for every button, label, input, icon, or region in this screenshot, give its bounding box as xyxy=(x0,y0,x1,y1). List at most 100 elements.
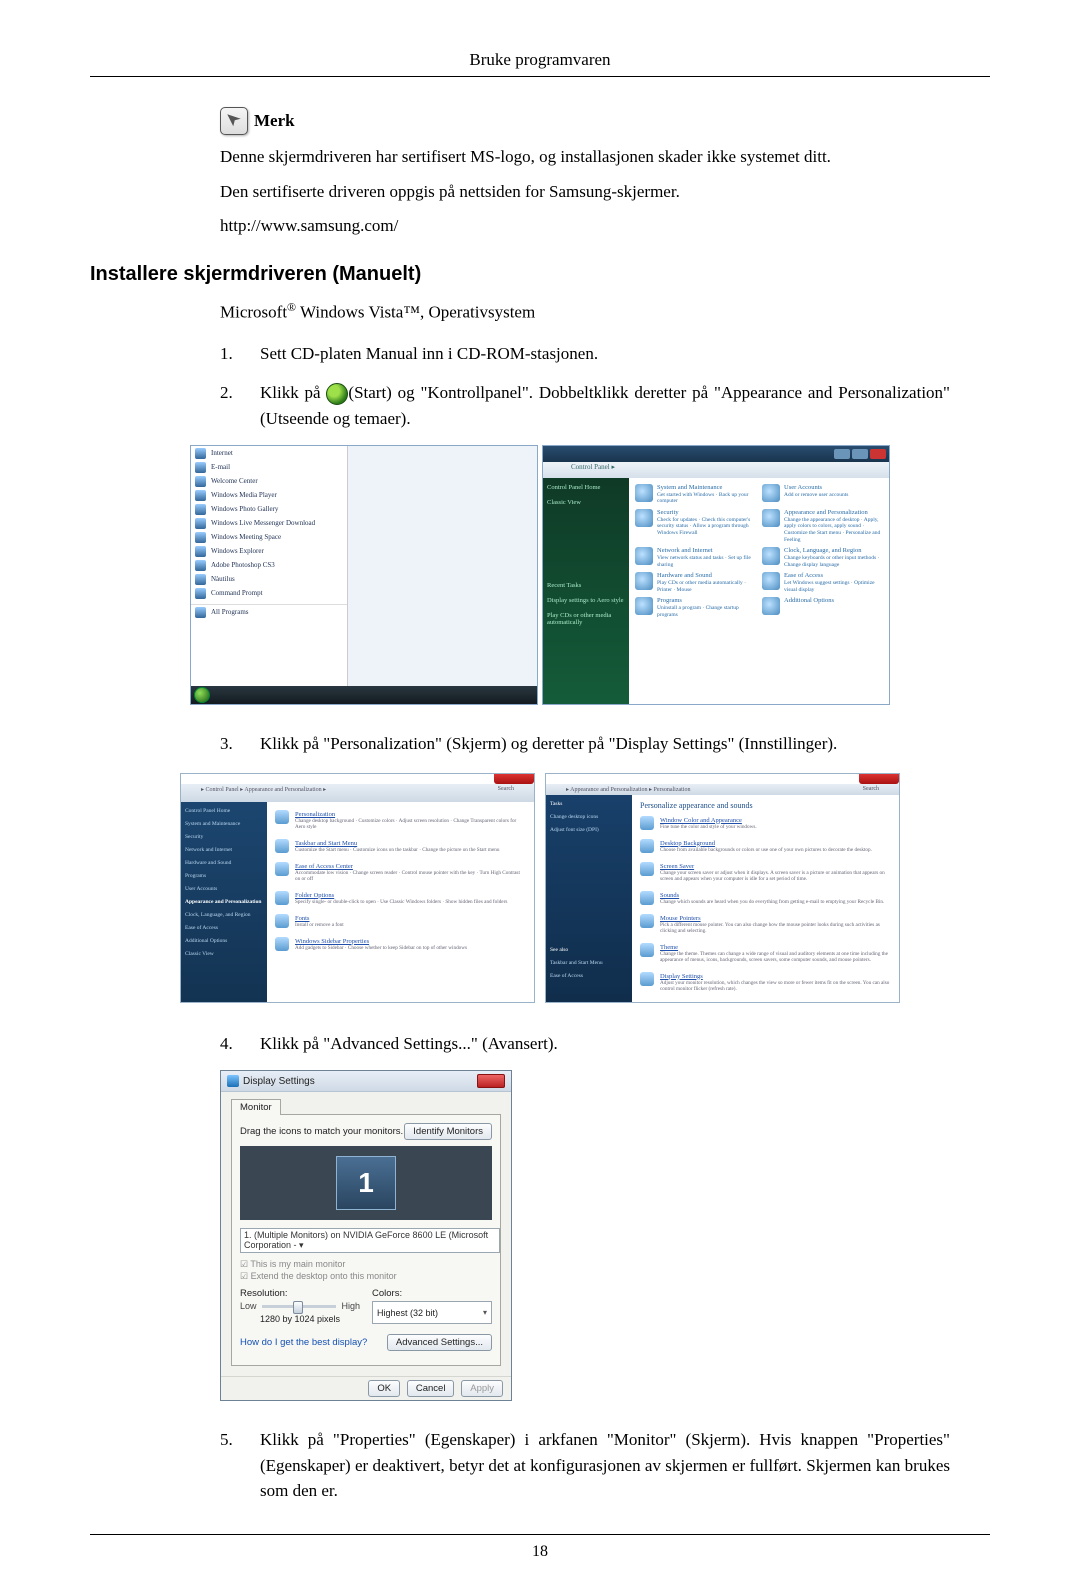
screenshot-start-and-cp: Internet E-mail Welcome Center Windows M… xyxy=(190,445,890,705)
cp-cat-system[interactable]: System and MaintenanceGet started with W… xyxy=(635,484,756,505)
close-button[interactable] xyxy=(494,774,534,784)
side-link[interactable]: User Accounts xyxy=(185,886,263,892)
cp-cat-appearance[interactable]: Appearance and PersonalizationChange the… xyxy=(762,509,883,543)
cp-cat-programs[interactable]: ProgramsUninstall a program · Change sta… xyxy=(635,597,756,618)
pers-item-bg[interactable]: Desktop BackgroundChoose from available … xyxy=(640,837,891,856)
side-link[interactable]: Security xyxy=(185,834,263,840)
cp-side-link[interactable]: Control Panel Home xyxy=(547,484,625,491)
minimize-button[interactable] xyxy=(834,449,850,459)
cp-cat-hardware[interactable]: Hardware and SoundPlay CDs or other medi… xyxy=(635,572,756,593)
sm-all-programs[interactable]: All Programs xyxy=(191,604,347,619)
colors-label: Colors: xyxy=(372,1288,492,1299)
cp-side-link[interactable]: Display settings to Aero style xyxy=(547,597,625,604)
sm-item[interactable]: Windows Live Messenger Download xyxy=(191,516,347,530)
tab-monitor[interactable]: Monitor xyxy=(231,1099,281,1115)
cp-cat-additional[interactable]: Additional Options xyxy=(762,597,883,618)
sm-item[interactable]: Windows Meeting Space xyxy=(191,530,347,544)
cp-sidebar: Control Panel Home Classic View Recent T… xyxy=(543,478,629,704)
pers-item-screensaver[interactable]: Screen SaverChange your screen saver or … xyxy=(640,860,891,885)
resolution-label: Resolution: xyxy=(240,1288,360,1299)
cancel-button[interactable]: Cancel xyxy=(407,1380,455,1397)
sm-item[interactable]: Windows Photo Gallery xyxy=(191,502,347,516)
chevron-down-icon: ▾ xyxy=(483,1308,487,1317)
sm-item[interactable]: Command Prompt xyxy=(191,586,347,600)
close-button[interactable] xyxy=(870,449,886,459)
pers-item-mouse[interactable]: Mouse PointersPick a different mouse poi… xyxy=(640,912,891,937)
ds-title-text: Display Settings xyxy=(243,1076,315,1087)
side-link[interactable]: Clock, Language, and Region xyxy=(185,912,263,918)
resolution-slider[interactable]: Low High xyxy=(240,1301,360,1311)
pers-item-display-settings[interactable]: Display SettingsAdjust your monitor reso… xyxy=(640,970,891,995)
apply-button[interactable]: Apply xyxy=(461,1380,503,1397)
chk-main-monitor[interactable]: ☑ This is my main monitor xyxy=(240,1259,492,1270)
start-menu-left-column: Internet E-mail Welcome Center Windows M… xyxy=(191,446,348,704)
note-url: http://www.samsung.com/ xyxy=(220,214,950,239)
identify-monitors-button[interactable]: Identify Monitors xyxy=(404,1123,492,1140)
cp-side-link[interactable]: Play CDs or other media automatically xyxy=(547,612,625,626)
side-link[interactable]: Additional Options xyxy=(185,938,263,944)
breadcrumb[interactable]: ▸ Control Panel ▸ Appearance and Persona… xyxy=(181,784,534,802)
cp-cat-security[interactable]: SecurityCheck for updates · Check this c… xyxy=(635,509,756,543)
sm-item[interactable]: Internet xyxy=(191,446,347,460)
monitor-preview-1[interactable]: 1 xyxy=(336,1156,396,1210)
ok-button[interactable]: OK xyxy=(368,1380,400,1397)
breadcrumb[interactable]: Control Panel ▸ xyxy=(543,462,889,478)
ap-item-folder[interactable]: Folder OptionsSpecify single- or double-… xyxy=(275,889,526,908)
note-icon xyxy=(220,107,248,135)
ap-item-ease[interactable]: Ease of Access CenterAccommodate low vis… xyxy=(275,860,526,885)
ap-item-sidebar[interactable]: Windows Sidebar PropertiesAdd gadgets to… xyxy=(275,935,526,954)
cp-cat-ease[interactable]: Ease of AccessLet Windows suggest settin… xyxy=(762,572,883,593)
start-orb-icon[interactable] xyxy=(194,687,210,703)
pers-item-sounds[interactable]: SoundsChange which sounds are heard when… xyxy=(640,889,891,908)
close-button[interactable] xyxy=(859,774,899,784)
side-link[interactable]: Ease of Access xyxy=(185,925,263,931)
side-link[interactable]: Taskbar and Start Menu xyxy=(550,960,628,966)
step-4-number: 4. xyxy=(220,1031,260,1057)
sm-item[interactable]: Nàutilus xyxy=(191,572,347,586)
side-link[interactable]: Adjust font size (DPI) xyxy=(550,827,628,833)
display-settings-icon xyxy=(227,1075,239,1087)
ap-item-personalization[interactable]: PersonalizationChange desktop background… xyxy=(275,808,526,833)
monitor-select[interactable]: 1. (Multiple Monitors) on NVIDIA GeForce… xyxy=(240,1228,500,1253)
sm-item[interactable]: Windows Explorer xyxy=(191,544,347,558)
side-link-current[interactable]: Appearance and Personalization xyxy=(185,899,263,905)
pers-item-theme[interactable]: ThemeChange the theme. Themes can change… xyxy=(640,941,891,966)
ap-main: PersonalizationChange desktop background… xyxy=(267,802,534,1002)
header-divider xyxy=(90,76,990,77)
cp-side-heading: Recent Tasks xyxy=(547,582,625,589)
side-link[interactable]: Ease of Access xyxy=(550,973,628,979)
sm-item[interactable]: Adobe Photoshop CS3 xyxy=(191,558,347,572)
maximize-button[interactable] xyxy=(852,449,868,459)
cp-cat-user-accounts[interactable]: User AccountsAdd or remove user accounts xyxy=(762,484,883,505)
side-link[interactable]: Change desktop icons xyxy=(550,814,628,820)
cp-cat-network[interactable]: Network and InternetView network status … xyxy=(635,547,756,568)
sm-item[interactable]: E-mail xyxy=(191,460,347,474)
cp-cat-clock-lang[interactable]: Clock, Language, and RegionChange keyboa… xyxy=(762,547,883,568)
side-link[interactable]: Hardware and Sound xyxy=(185,860,263,866)
sm-item[interactable]: Windows Media Player xyxy=(191,488,347,502)
breadcrumb[interactable]: ▸ Appearance and Personalization ▸ Perso… xyxy=(546,784,899,795)
chk-extend-desktop[interactable]: ☑ Extend the desktop onto this monitor xyxy=(240,1271,492,1282)
side-link[interactable]: System and Maintenance xyxy=(185,821,263,827)
close-button[interactable] xyxy=(477,1074,505,1088)
pers-item-color[interactable]: Window Color and AppearanceFine tune the… xyxy=(640,814,891,833)
ap-item-taskbar[interactable]: Taskbar and Start MenuCustomize the Star… xyxy=(275,837,526,856)
side-link[interactable]: Classic View xyxy=(185,951,263,957)
screenshot-start-menu: Internet E-mail Welcome Center Windows M… xyxy=(190,445,538,705)
help-link-best-display[interactable]: How do I get the best display? xyxy=(240,1337,367,1348)
ap-item-fonts[interactable]: FontsInstall or remove a font xyxy=(275,912,526,931)
side-heading: See also xyxy=(550,947,628,953)
side-link[interactable]: Control Panel Home xyxy=(185,808,263,814)
advanced-settings-button[interactable]: Advanced Settings... xyxy=(387,1334,492,1351)
note-label: Merk xyxy=(254,111,295,131)
step-4: 4. Klikk på "Advanced Settings..." (Avan… xyxy=(220,1031,950,1057)
step-2-number: 2. xyxy=(220,380,260,431)
cp-side-link[interactable]: Classic View xyxy=(547,499,625,506)
color-depth-select[interactable]: Highest (32 bit)▾ xyxy=(372,1301,492,1324)
step-2: 2. Klikk på (Start) og "Kontrollpanel". … xyxy=(220,380,950,431)
monitor-preview-area[interactable]: 1 xyxy=(240,1146,492,1220)
side-link[interactable]: Network and Internet xyxy=(185,847,263,853)
step-5: 5. Klikk på "Properties" (Egenskaper) i … xyxy=(220,1427,950,1504)
sm-item[interactable]: Welcome Center xyxy=(191,474,347,488)
side-link[interactable]: Programs xyxy=(185,873,263,879)
